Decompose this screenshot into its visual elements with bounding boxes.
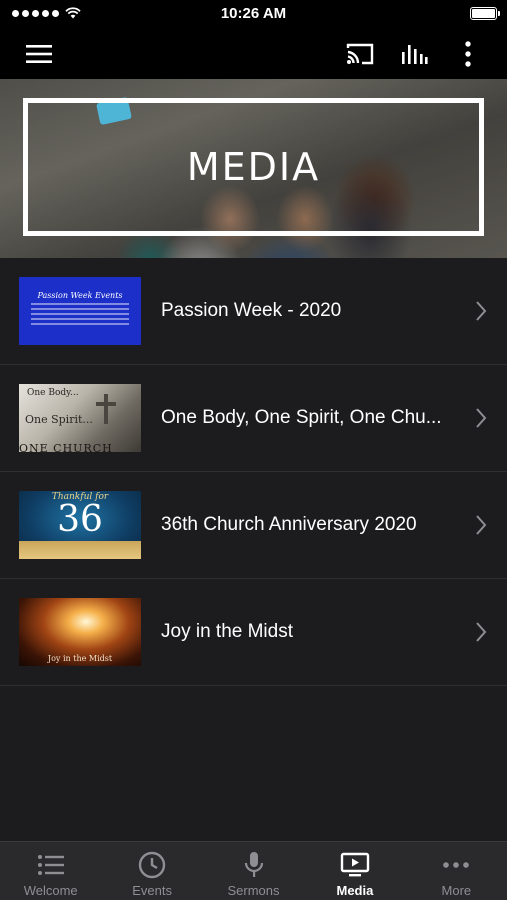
item-title: Passion Week - 2020 xyxy=(161,300,342,321)
menu-button[interactable] xyxy=(21,36,57,72)
tab-sermons[interactable]: Sermons xyxy=(203,842,304,900)
tab-label: Media xyxy=(336,883,374,898)
tab-label: More xyxy=(441,883,472,898)
tab-label: Events xyxy=(132,883,172,898)
app-bar xyxy=(0,28,507,79)
thumbnail-image: Thankful for 36 xyxy=(19,491,141,559)
microphone-icon xyxy=(244,852,263,877)
tab-welcome[interactable]: Welcome xyxy=(0,842,101,900)
list-item[interactable]: Passion Week Events Passion Week - 2020 xyxy=(0,258,507,365)
list-item[interactable]: Thankful for 36 36th Church Anniversary … xyxy=(0,472,507,579)
item-title: Joy in the Midst xyxy=(161,621,293,642)
item-title: One Body, One Spirit, One Chu... xyxy=(161,407,442,428)
tab-label: Sermons xyxy=(227,883,280,898)
media-list: Passion Week Events Passion Week - 2020 … xyxy=(0,258,507,841)
list-item[interactable]: One Body... One Spirit... ONE CHURCH One… xyxy=(0,365,507,472)
thumbnail-text: 36 xyxy=(57,499,103,540)
thumbnail-image: Passion Week Events xyxy=(19,277,141,345)
item-title: 36th Church Anniversary 2020 xyxy=(161,514,417,535)
hero-frame: MEDIA xyxy=(23,98,484,236)
equalizer-icon xyxy=(402,45,428,64)
more-dots-icon xyxy=(443,862,470,868)
status-bar: 10:26 AM xyxy=(0,0,507,28)
chevron-right-icon xyxy=(476,622,487,642)
list-item[interactable]: Joy in the Midst Joy in the Midst xyxy=(0,579,507,686)
chevron-right-icon xyxy=(476,301,487,321)
thumbnail-text: One Body... xyxy=(27,388,79,398)
tab-label: Welcome xyxy=(23,883,78,898)
thumbnail-image: One Body... One Spirit... ONE CHURCH xyxy=(19,384,141,452)
chevron-right-icon xyxy=(476,408,487,428)
clock-icon xyxy=(138,851,166,879)
cast-button[interactable] xyxy=(342,36,378,72)
tab-more[interactable]: More xyxy=(406,842,507,900)
tab-events[interactable]: Events xyxy=(101,842,202,900)
page-title: MEDIA xyxy=(186,145,321,189)
chevron-right-icon xyxy=(476,515,487,535)
play-screen-icon xyxy=(340,852,370,877)
vertical-dots-icon xyxy=(465,41,471,67)
list-icon xyxy=(37,855,64,875)
thumbnail-text: Passion Week Events xyxy=(37,291,123,300)
audio-button[interactable] xyxy=(396,36,432,72)
thumbnail-text: ONE CHURCH xyxy=(19,442,113,452)
status-time: 10:26 AM xyxy=(220,5,287,22)
tab-media[interactable]: Media xyxy=(304,842,405,900)
battery-icon xyxy=(470,7,500,20)
thumbnail-text: One Spirit... xyxy=(25,413,93,426)
hamburger-icon xyxy=(26,45,52,63)
thumbnail-text: Joy in the Midst xyxy=(47,654,113,663)
tab-bar: Welcome Events Sermons Media More xyxy=(0,841,507,900)
hero-banner: MEDIA xyxy=(0,79,507,258)
overflow-menu-button[interactable] xyxy=(450,36,486,72)
thumbnail-image: Joy in the Midst xyxy=(19,598,141,666)
cast-icon xyxy=(346,43,374,65)
